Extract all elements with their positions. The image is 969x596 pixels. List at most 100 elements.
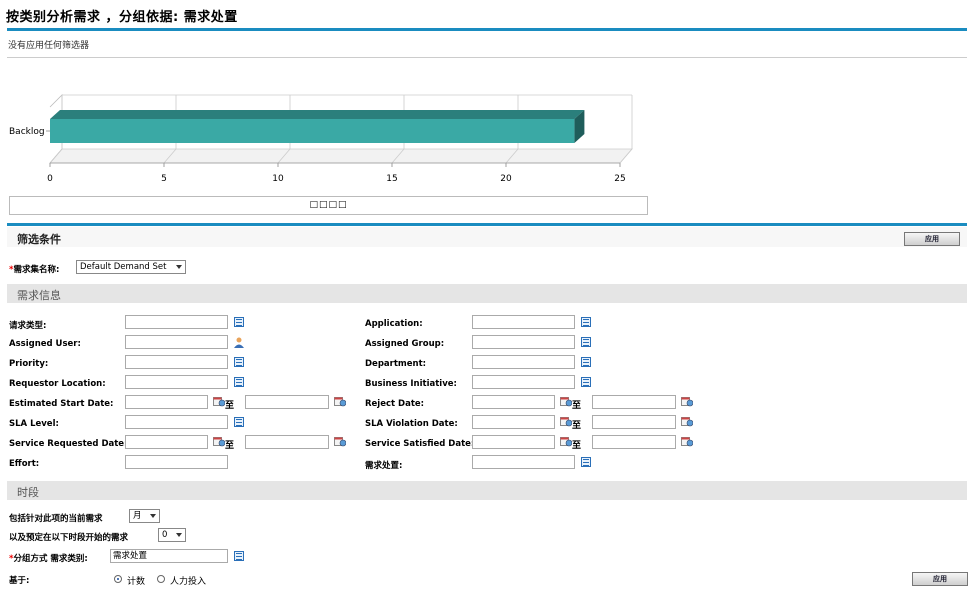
- calendar-icon[interactable]: [213, 395, 226, 410]
- range-to-label: 至: [572, 421, 582, 431]
- chevron-down-icon: [176, 533, 182, 537]
- count-radio[interactable]: [114, 575, 122, 583]
- calendar-icon[interactable]: [681, 395, 694, 410]
- field-input[interactable]: [472, 355, 575, 369]
- field-label: Reject Date:: [365, 399, 425, 409]
- field-input-end[interactable]: [245, 435, 329, 449]
- based-on-label: 基于:: [9, 576, 30, 586]
- demand-info-title: 需求信息: [17, 289, 61, 302]
- effort-radio[interactable]: [157, 575, 165, 583]
- field-input-end[interactable]: [592, 415, 676, 429]
- list-icon[interactable]: [234, 377, 244, 387]
- field-input[interactable]: [125, 335, 228, 349]
- range-to-label: 至: [572, 441, 582, 451]
- page-title: 按类别分析需求 ，分组依据: 需求处置: [6, 10, 238, 25]
- list-icon[interactable]: [234, 357, 244, 367]
- demand-info-header: 需求信息: [7, 284, 967, 303]
- period-count-select[interactable]: 0: [158, 528, 186, 542]
- period-header: 时段: [7, 481, 967, 500]
- filter-divider: [7, 223, 967, 226]
- field-input[interactable]: [472, 335, 575, 349]
- field-label: Application:: [365, 319, 423, 329]
- list-icon[interactable]: [234, 551, 244, 561]
- period-title: 时段: [17, 486, 39, 499]
- field-input[interactable]: [472, 375, 575, 389]
- x-tick-label: 10: [272, 174, 284, 184]
- field-input[interactable]: [472, 415, 555, 429]
- field-label: Department:: [365, 359, 427, 369]
- count-option-label: 计数: [127, 577, 146, 587]
- field-input[interactable]: [472, 455, 575, 469]
- filter-header: 筛选条件: [7, 227, 967, 247]
- period-count-value: 0: [162, 530, 168, 540]
- range-to-label: 至: [225, 441, 235, 451]
- calendar-icon[interactable]: [560, 435, 573, 450]
- list-icon[interactable]: [581, 377, 591, 387]
- x-tick-label: 20: [500, 174, 512, 184]
- x-tick-label: 25: [614, 174, 625, 184]
- legend-label: □□□□: [309, 200, 348, 210]
- calendar-icon[interactable]: [334, 395, 347, 410]
- field-label: Assigned User:: [9, 339, 81, 349]
- calendar-icon[interactable]: [681, 415, 694, 430]
- period-unit-select[interactable]: 月: [129, 509, 160, 523]
- demand-set-label: *需求集名称:: [9, 265, 60, 275]
- field-label: SLA Level:: [9, 419, 59, 429]
- group-by-label: *分组方式 需求类别:: [9, 554, 88, 564]
- field-label: Business Initiative:: [365, 379, 457, 389]
- demand-set-select[interactable]: Default Demand Set: [76, 260, 186, 274]
- field-label: 需求处置:: [365, 461, 403, 471]
- range-to-label: 至: [572, 401, 582, 411]
- field-input[interactable]: [472, 315, 575, 329]
- field-label: Assigned Group:: [365, 339, 445, 349]
- calendar-icon[interactable]: [334, 435, 347, 450]
- filter-title: 筛选条件: [17, 233, 61, 246]
- field-input[interactable]: [125, 395, 208, 409]
- calendar-icon[interactable]: [213, 435, 226, 450]
- chevron-down-icon: [150, 514, 156, 518]
- field-label: Requestor Location:: [9, 379, 106, 389]
- field-input-end[interactable]: [245, 395, 329, 409]
- calendar-icon[interactable]: [560, 395, 573, 410]
- header-divider: [7, 28, 967, 31]
- list-icon[interactable]: [581, 357, 591, 367]
- x-tick-label: 15: [386, 174, 397, 184]
- group-by-input[interactable]: 需求处置: [110, 549, 228, 563]
- field-label: Service Requested Date:: [9, 439, 128, 449]
- field-input[interactable]: [472, 435, 555, 449]
- field-input[interactable]: [125, 455, 228, 469]
- list-icon[interactable]: [581, 317, 591, 327]
- period-unit-value: 月: [133, 511, 142, 521]
- x-tick-label: 5: [161, 174, 167, 184]
- field-input[interactable]: [125, 355, 228, 369]
- list-icon[interactable]: [234, 317, 244, 327]
- field-label: Estimated Start Date:: [9, 399, 114, 409]
- list-icon[interactable]: [581, 337, 591, 347]
- field-input[interactable]: [125, 435, 208, 449]
- no-filter-text: 没有应用任何筛选器: [8, 41, 90, 51]
- y-category-label: Backlog: [9, 127, 45, 137]
- apply-button-bottom[interactable]: 应用: [912, 572, 968, 586]
- field-input[interactable]: [472, 395, 555, 409]
- field-label: Priority:: [9, 359, 49, 369]
- field-input[interactable]: [125, 375, 228, 389]
- list-icon[interactable]: [234, 417, 244, 427]
- field-input-end[interactable]: [592, 435, 676, 449]
- field-label: Effort:: [9, 459, 40, 469]
- calendar-icon[interactable]: [560, 415, 573, 430]
- x-tick-label: 0: [47, 174, 53, 184]
- list-icon[interactable]: [581, 457, 591, 467]
- field-input-end[interactable]: [592, 395, 676, 409]
- field-input[interactable]: [125, 315, 228, 329]
- user-icon[interactable]: [234, 337, 244, 351]
- chart-floor: [49, 148, 633, 164]
- apply-button-top[interactable]: 应用: [904, 232, 960, 246]
- bar-top: [50, 110, 585, 119]
- divider: [7, 57, 967, 58]
- calendar-icon[interactable]: [681, 435, 694, 450]
- field-label: 请求类型:: [9, 321, 47, 331]
- field-input[interactable]: [125, 415, 228, 429]
- range-to-label: 至: [225, 401, 235, 411]
- field-label: Service Satisfied Date:: [365, 439, 475, 449]
- scheduled-demand-label: 以及预定在以下时段开始的需求: [9, 533, 129, 543]
